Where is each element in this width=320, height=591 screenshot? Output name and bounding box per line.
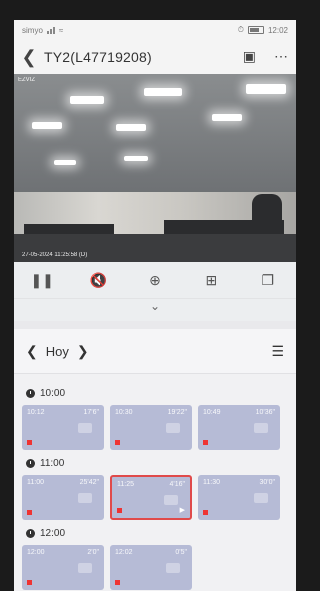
- clip-row: 10:12 17'6" 10:30 19'22" 10:49 10'36": [22, 405, 288, 450]
- clip-time: 12:00: [27, 549, 45, 556]
- video-player[interactable]: EZVIZ 27-05-2024 11:25:58 (D): [14, 74, 296, 262]
- next-day-button[interactable]: ❯: [77, 343, 89, 360]
- hour-label: 10:00: [40, 388, 66, 399]
- recording-clip[interactable]: 11:30 30'0": [198, 475, 280, 520]
- grid-view-icon[interactable]: ⊞: [196, 272, 226, 289]
- list-view-icon[interactable]: ☰: [271, 343, 284, 360]
- record-indicator-icon: [203, 510, 208, 515]
- clip-duration: 4'16": [169, 481, 185, 488]
- record-indicator-icon: [115, 440, 120, 445]
- hour-label: 11:00: [40, 458, 65, 469]
- record-indicator-icon: [115, 580, 120, 585]
- camera-icon: [166, 423, 180, 433]
- clip-duration: 25'42": [79, 479, 99, 486]
- clock-icon: [26, 459, 35, 468]
- recording-clip[interactable]: 12:00 2'0": [22, 545, 104, 590]
- status-bar: simyo ≈ ⏱ 12:02: [14, 20, 296, 40]
- battery-icon: [247, 26, 264, 34]
- recording-clip[interactable]: 11:00 25'42": [22, 475, 104, 520]
- video-timestamp: 27-05-2024 11:25:58 (D): [22, 252, 88, 258]
- clip-duration: 10'36": [255, 409, 275, 416]
- day-selector: ❮ Hoy ❯ ☰: [14, 321, 296, 374]
- ceiling-light: [70, 96, 104, 104]
- day-label: Hoy: [45, 343, 69, 359]
- signal-icon: [46, 26, 55, 34]
- ceiling-light: [116, 124, 146, 131]
- clip-time: 11:30: [203, 479, 220, 486]
- expand-chevron-icon[interactable]: ⌄: [14, 298, 296, 321]
- title-bar: ❮ TY2(L47719208) ▣ ⋯: [14, 40, 296, 74]
- ceiling-light: [54, 160, 76, 165]
- clip-duration: 30'0": [259, 479, 275, 486]
- ceiling-light: [32, 122, 62, 129]
- clip-duration: 19'22": [167, 409, 187, 416]
- record-indicator-icon: [203, 440, 208, 445]
- camera-icon: [78, 493, 92, 503]
- clip-time: 10:30: [115, 409, 133, 416]
- ceiling-light: [246, 84, 286, 94]
- player-controls: ❚❚ 🔇 ⊕ ⊞ ❐: [14, 262, 296, 298]
- record-indicator-icon: [117, 508, 122, 513]
- alarm-icon: ⏱: [237, 25, 244, 34]
- record-indicator-icon: [27, 510, 32, 515]
- clock-icon: [26, 529, 35, 538]
- record-indicator-icon: [27, 580, 32, 585]
- clip-time: 12:02: [115, 549, 133, 556]
- clip-row: 12:00 2'0" 12:02 0'5": [22, 545, 288, 590]
- playback-camera-icon[interactable]: ▣: [243, 48, 256, 65]
- recording-clip[interactable]: 10:12 17'6": [22, 405, 104, 450]
- clip-time: 11:00: [27, 479, 44, 486]
- recording-clip[interactable]: 12:02 0'5": [110, 545, 192, 590]
- recording-clip[interactable]: 10:30 19'22": [110, 405, 192, 450]
- clip-row: 11:00 25'42" 11:25 4'16" ▶ 11:30 30'0": [22, 475, 288, 520]
- camera-icon: [254, 423, 268, 433]
- phone-screen: simyo ≈ ⏱ 12:02 ❮ TY2(L47719208) ▣ ⋯ EZV…: [14, 20, 296, 591]
- hour-heading: 12:00: [26, 528, 288, 539]
- camera-icon: [78, 423, 92, 433]
- clip-time: 10:49: [203, 409, 221, 416]
- page-title: TY2(L47719208): [44, 49, 152, 65]
- screenshot-icon[interactable]: ❐: [253, 272, 283, 289]
- zoom-in-icon[interactable]: ⊕: [140, 272, 170, 289]
- ceiling-light: [124, 156, 148, 161]
- clip-time: 11:25: [117, 481, 134, 488]
- previous-day-button[interactable]: ❮: [26, 343, 38, 360]
- pause-icon[interactable]: ❚❚: [27, 272, 57, 289]
- carrier-label: simyo: [22, 25, 43, 35]
- record-indicator-icon: [27, 440, 32, 445]
- ceiling-light: [212, 114, 242, 121]
- back-button[interactable]: ❮: [14, 47, 44, 68]
- clip-duration: 2'0": [87, 549, 99, 556]
- clip-time: 10:12: [27, 409, 45, 416]
- camera-icon: [164, 495, 178, 505]
- clip-duration: 17'6": [83, 409, 99, 416]
- camera-icon: [254, 493, 268, 503]
- clip-duration: 0'5": [175, 549, 187, 556]
- hour-heading: 10:00: [26, 388, 288, 399]
- camera-icon: [166, 563, 180, 573]
- ezviz-watermark: EZVIZ: [18, 77, 36, 83]
- status-time: 12:02: [267, 25, 288, 35]
- recording-clip[interactable]: 11:25 4'16" ▶: [110, 475, 192, 520]
- hour-heading: 11:00: [26, 458, 288, 469]
- recording-clip[interactable]: 10:49 10'36": [198, 405, 280, 450]
- clip-timeline: 10:00 10:12 17'6" 10:30 19'22" 10:49 10'36" 11:…: [14, 374, 296, 590]
- clock-icon: [26, 389, 35, 398]
- hour-label: 12:00: [40, 528, 66, 539]
- camera-icon: [78, 563, 92, 573]
- ceiling-light: [144, 88, 182, 96]
- wifi-icon: ≈: [58, 25, 64, 35]
- mute-icon[interactable]: 🔇: [84, 272, 114, 289]
- more-options-icon[interactable]: ⋯: [274, 48, 288, 65]
- play-icon: ▶: [179, 507, 185, 514]
